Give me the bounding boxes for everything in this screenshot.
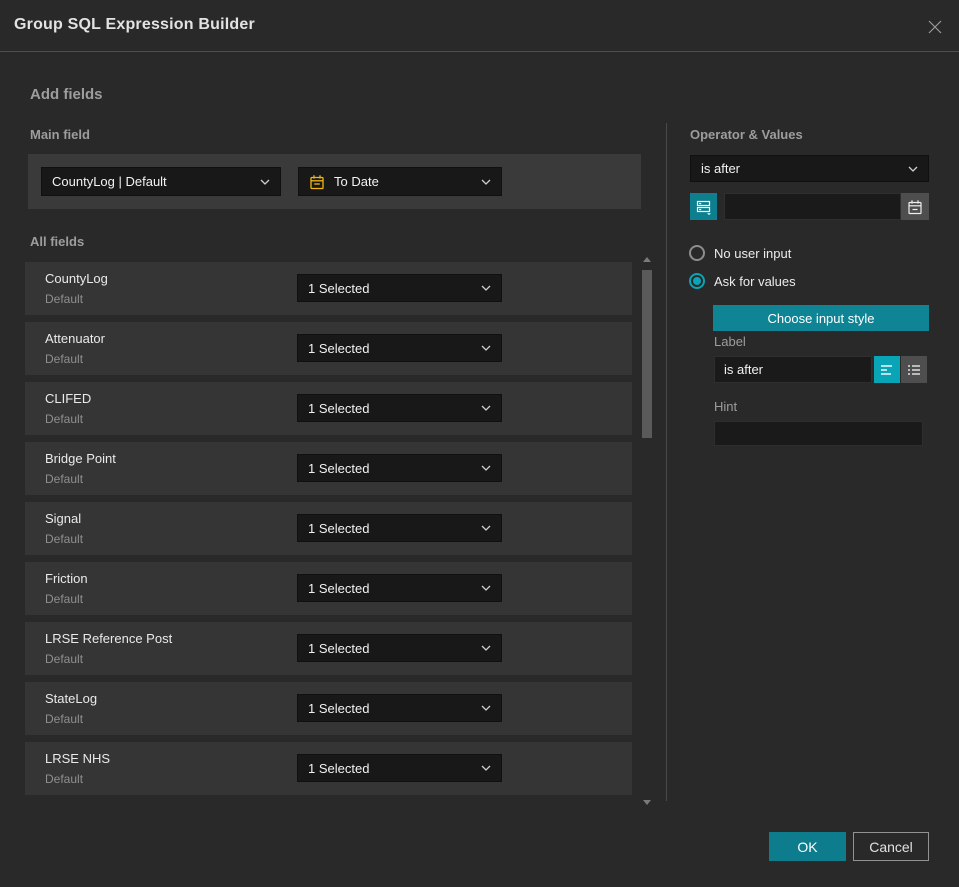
date-type-select[interactable]: To Date	[298, 167, 502, 196]
align-left-icon	[881, 364, 892, 375]
chevron-down-icon	[481, 645, 491, 651]
chevron-down-icon	[481, 525, 491, 531]
row-selected-dropdown[interactable]: 1 Selected	[297, 394, 502, 422]
hint-input[interactable]	[714, 421, 923, 446]
main-field-select[interactable]: CountyLog | Default	[41, 167, 281, 196]
group-sql-expression-builder-dialog: Group SQL Expression Builder Add fields …	[0, 0, 959, 887]
choose-input-style-button[interactable]: Choose input style	[713, 305, 929, 331]
chevron-down-icon	[908, 166, 918, 172]
field-subtitle: Default	[45, 412, 84, 426]
field-row: CountyLog Default 1 Selected	[25, 262, 632, 315]
field-subtitle: Default	[45, 292, 84, 306]
field-row: LRSE Reference Post Default 1 Selected	[25, 622, 632, 675]
field-row: StateLog Default 1 Selected	[25, 682, 632, 735]
all-fields-list: CountyLog Default 1 Selected Attenuator …	[25, 262, 632, 802]
field-subtitle: Default	[45, 592, 84, 606]
row-selected-dropdown[interactable]: 1 Selected	[297, 514, 502, 542]
field-subtitle: Default	[45, 532, 84, 546]
single-line-style-button[interactable]	[874, 356, 900, 383]
value-field-icon	[696, 200, 711, 215]
field-subtitle: Default	[45, 352, 84, 366]
radio-selected-icon	[689, 273, 705, 289]
operator-select[interactable]: is after	[690, 155, 929, 182]
close-icon[interactable]	[925, 17, 945, 37]
row-selected-dropdown[interactable]: 1 Selected	[297, 274, 502, 302]
field-subtitle: Default	[45, 772, 84, 786]
label-field-label: Label	[714, 334, 746, 349]
field-name: Friction	[45, 571, 88, 586]
row-selected-dropdown[interactable]: 1 Selected	[297, 574, 502, 602]
value-type-button[interactable]	[690, 193, 717, 220]
field-row: Signal Default 1 Selected	[25, 502, 632, 555]
radio-no-user-input[interactable]: No user input	[689, 245, 791, 261]
field-subtitle: Default	[45, 712, 84, 726]
chevron-down-icon	[481, 585, 491, 591]
all-fields-heading: All fields	[30, 234, 85, 249]
radio-ask-for-values[interactable]: Ask for values	[689, 273, 796, 289]
row-selected-dropdown[interactable]: 1 Selected	[297, 694, 502, 722]
field-row: Bridge Point Default 1 Selected	[25, 442, 632, 495]
field-name: LRSE NHS	[45, 751, 111, 766]
dialog-titlebar: Group SQL Expression Builder	[0, 0, 959, 52]
field-subtitle: Default	[45, 652, 84, 666]
row-selected-dropdown[interactable]: 1 Selected	[297, 334, 502, 362]
row-selected-dropdown[interactable]: 1 Selected	[297, 634, 502, 662]
field-name: CLIFED	[45, 391, 92, 406]
hint-field-label: Hint	[714, 399, 738, 414]
list-scrollbar[interactable]	[640, 255, 654, 805]
operator-values-heading: Operator & Values	[690, 127, 803, 142]
chevron-down-icon	[481, 705, 491, 711]
list-style-button[interactable]	[901, 356, 927, 383]
date-type-select-value: To Date	[334, 174, 379, 189]
chevron-down-icon	[481, 285, 491, 291]
field-row: CLIFED Default 1 Selected	[25, 382, 632, 435]
main-field-heading: Main field	[30, 127, 90, 142]
field-name: StateLog	[45, 691, 98, 706]
row-selected-dropdown[interactable]: 1 Selected	[297, 754, 502, 782]
cancel-button[interactable]: Cancel	[853, 832, 929, 861]
field-name: Attenuator	[45, 331, 105, 346]
field-name: CountyLog	[45, 271, 108, 286]
chevron-down-icon	[260, 179, 270, 185]
main-field-panel: CountyLog | Default To Date	[28, 154, 641, 209]
calendar-icon	[908, 199, 922, 214]
field-name: LRSE Reference Post	[45, 631, 173, 646]
radio-icon	[689, 245, 705, 261]
ok-button[interactable]: OK	[769, 832, 846, 861]
row-selected-dropdown[interactable]: 1 Selected	[297, 454, 502, 482]
main-field-select-value: CountyLog | Default	[52, 174, 167, 189]
calendar-icon	[309, 174, 325, 190]
label-input[interactable]	[714, 356, 872, 383]
dialog-title: Group SQL Expression Builder	[14, 16, 255, 33]
chevron-down-icon	[481, 179, 491, 185]
field-row: LRSE NHS Default 1 Selected	[25, 742, 632, 795]
field-row: Attenuator Default 1 Selected	[25, 322, 632, 375]
scrollbar-thumb[interactable]	[642, 270, 652, 438]
date-picker-button[interactable]	[901, 193, 929, 220]
scroll-up-arrow-icon[interactable]	[643, 257, 651, 262]
operator-select-value: is after	[701, 161, 741, 176]
field-name: Signal	[45, 511, 82, 526]
chevron-down-icon	[481, 345, 491, 351]
chevron-down-icon	[481, 465, 491, 471]
field-subtitle: Default	[45, 472, 84, 486]
add-fields-heading: Add fields	[30, 86, 103, 103]
list-icon	[908, 364, 920, 375]
chevron-down-icon	[481, 765, 491, 771]
value-input[interactable]	[724, 193, 901, 220]
panel-divider	[666, 123, 667, 801]
field-row: Friction Default 1 Selected	[25, 562, 632, 615]
chevron-down-icon	[481, 405, 491, 411]
scroll-down-arrow-icon[interactable]	[643, 800, 651, 805]
field-name: Bridge Point	[45, 451, 116, 466]
